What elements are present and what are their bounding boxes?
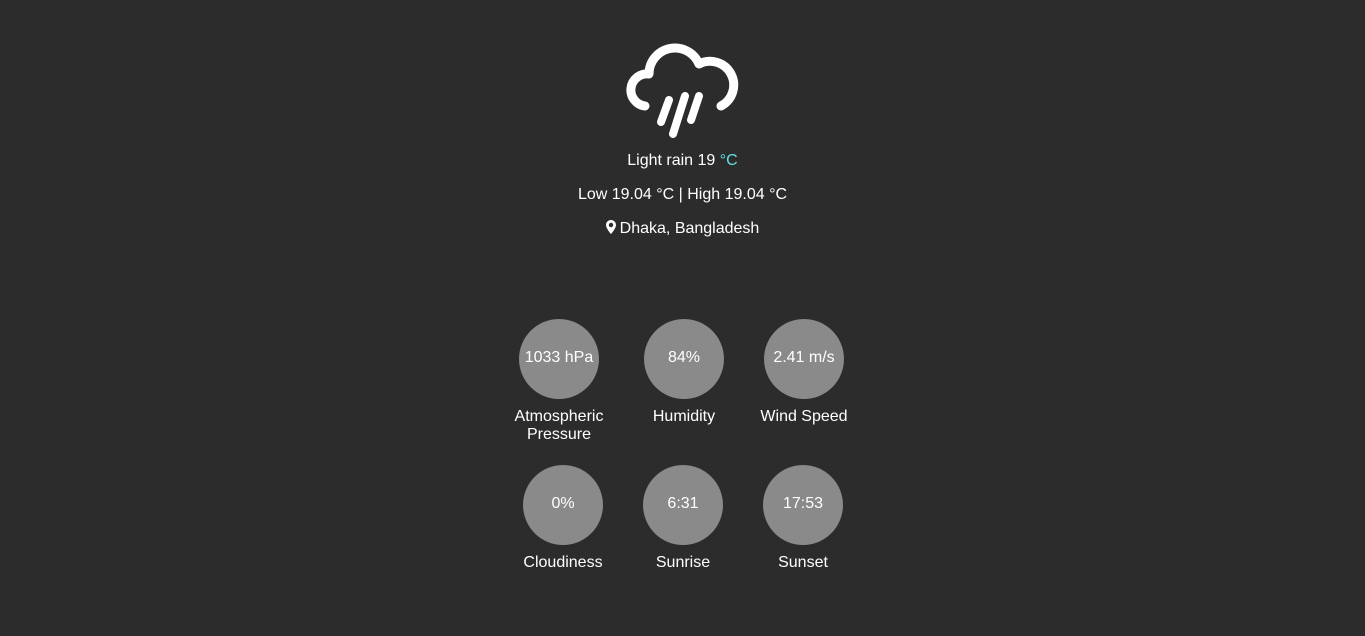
stat-label: Sunset (778, 554, 828, 571)
current-temperature: 19 (697, 152, 716, 169)
location-name: Dhaka, Bangladesh (619, 220, 760, 237)
stat-value: 84% (644, 319, 724, 399)
weather-description: Light rain (627, 152, 694, 169)
temperature-unit: °C (719, 152, 738, 169)
stat-label: Wind Speed (760, 408, 848, 425)
stat-humidity: 84% Humidity (624, 319, 744, 426)
weather-page: Light rain 19 °C Low 19.04 °C | High 19.… (0, 0, 1365, 636)
stat-cloudiness: 0% Cloudiness (503, 465, 623, 572)
stat-value: 0% (523, 465, 603, 545)
stat-sunrise: 6:31 Sunrise (623, 465, 743, 572)
location: Dhaka, Bangladesh (0, 219, 1365, 239)
map-pin-icon (605, 220, 616, 234)
stat-label: Atmospheric Pressure (514, 408, 604, 443)
stat-value: 2.41 m/s (764, 319, 844, 399)
stat-sunset: 17:53 Sunset (743, 465, 863, 572)
temperature-range: Low 19.04 °C | High 19.04 °C (577, 186, 788, 203)
stat-label: Cloudiness (523, 554, 603, 571)
stat-label: Humidity (652, 408, 716, 425)
stat-value: 1033 hPa (519, 319, 599, 399)
stat-value: 17:53 (763, 465, 843, 545)
stat-label: Sunrise (655, 554, 711, 571)
stat-wind-speed: 2.41 m/s Wind Speed (744, 319, 864, 426)
stat-atmospheric-pressure: 1033 hPa Atmospheric Pressure (499, 319, 619, 444)
weather-summary: Light rain 19 °C (0, 151, 1365, 171)
stat-value: 6:31 (643, 465, 723, 545)
rain-cloud-icon (626, 43, 739, 138)
